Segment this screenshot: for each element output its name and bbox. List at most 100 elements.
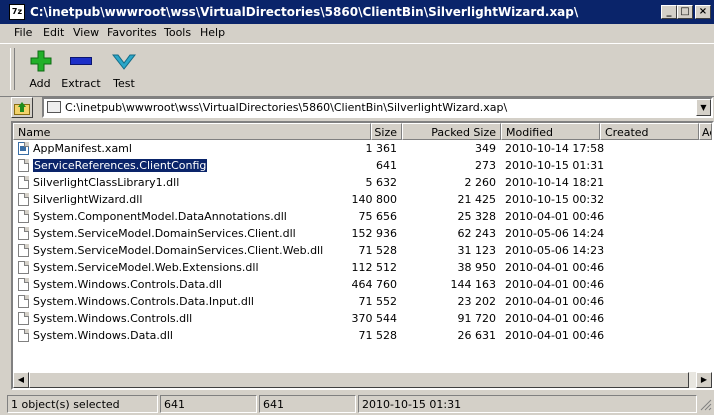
file-row[interactable]: System.Windows.Data.dll 71 528 26 631 2010-… [13,327,712,344]
window-title: C:\inetpub\wwwroot\wss\VirtualDirectorie… [30,5,579,19]
up-folder-button[interactable] [11,97,33,118]
file-row[interactable]: ServiceReferences.ClientConfig 641 273 2010… [13,157,712,174]
file-size: 5 632 [365,176,398,189]
scroll-right-arrow-icon[interactable]: ▶ [696,372,712,388]
xml-file-icon [18,142,29,155]
file-modified: 2010-05-06 14:23 [505,244,605,257]
file-name: System.Windows.Controls.Data.Input.dll [33,295,254,308]
file-name: System.ComponentModel.DataAnnotations.dl… [33,210,287,223]
file-modified: 2010-10-15 00:32 [505,193,605,206]
path-combobox[interactable]: C:\inetpub\wwwroot\wss\VirtualDirectorie… [42,97,713,118]
file-row[interactable]: System.ServiceModel.DomainServices.Clien… [13,242,712,259]
resize-grip-icon[interactable] [700,399,712,411]
file-packed-size: 26 631 [457,329,497,342]
file-icon [18,159,29,172]
scroll-left-arrow-icon[interactable]: ◀ [13,372,29,388]
status-size: 641 [160,395,257,413]
minimize-button[interactable]: _ [661,5,677,19]
toolbar: Add Extract Test [0,43,714,97]
dropdown-arrow-icon[interactable]: ▼ [696,99,711,116]
file-icon [18,227,29,240]
file-size: 152 936 [351,227,398,240]
file-packed-size: 38 950 [457,261,497,274]
up-folder-icon [14,102,30,115]
file-row[interactable]: AppManifest.xaml 1 361 349 2010-10-14 17:58 [13,140,712,157]
path-text: C:\inetpub\wwwroot\wss\VirtualDirectorie… [65,101,508,114]
scroll-thumb[interactable] [29,372,689,388]
file-row[interactable]: SilverlightWizard.dll 140 800 21 425 2010-1… [13,191,712,208]
add-button[interactable]: Add [22,46,58,92]
file-name: System.Windows.Controls.dll [33,312,193,325]
file-packed-size: 144 163 [450,278,497,291]
column-header-modified[interactable]: Modified [501,123,600,140]
file-name: System.ServiceModel.DomainServices.Clien… [33,227,296,240]
file-packed-size: 31 123 [457,244,497,257]
column-header-name[interactable]: Name [13,123,371,140]
file-row[interactable]: System.ServiceModel.DomainServices.Clien… [13,225,712,242]
check-icon [112,54,136,70]
test-button[interactable]: Test [106,46,142,92]
menu-help[interactable]: Help [200,26,225,39]
file-icon [18,210,29,223]
file-icon [18,193,29,206]
file-list[interactable]: Name Size Packed Size Modified Created A… [11,121,714,390]
file-name: SilverlightWizard.dll [33,193,143,206]
file-size: 71 552 [358,295,398,308]
file-packed-size: 349 [475,142,496,155]
file-modified: 2010-10-15 01:31 [505,159,605,172]
file-modified: 2010-05-06 14:24 [505,227,605,240]
file-icon [18,295,29,308]
test-label: Test [113,77,135,90]
close-button[interactable]: × [695,5,711,19]
maximize-button[interactable]: □ [677,5,693,19]
file-packed-size: 21 425 [457,193,497,206]
horizontal-scrollbar[interactable]: ◀ ▶ [13,372,712,388]
status-selected-count: 1 object(s) selected [7,395,158,413]
file-icon [18,261,29,274]
file-modified: 2010-04-01 00:46 [505,210,605,223]
column-header-created[interactable]: Created [600,123,699,140]
file-row[interactable]: System.ComponentModel.DataAnnotations.dl… [13,208,712,225]
plus-icon [30,50,52,72]
status-bar: 1 object(s) selected 641 641 2010-10-15 … [0,394,714,415]
file-name: AppManifest.xaml [33,142,132,155]
column-header-size[interactable]: Size [371,123,402,140]
status-modified: 2010-10-15 01:31 [358,395,697,413]
extract-label: Extract [61,77,101,90]
menu-favorites[interactable]: Favorites [107,26,157,39]
add-label: Add [29,77,51,90]
menu-view[interactable]: View [73,26,99,39]
file-row[interactable]: System.Windows.Controls.Data.dll 464 760 1… [13,276,712,293]
7zip-app-icon[interactable]: 7z [9,4,25,20]
file-size: 112 512 [351,261,398,274]
file-icon [18,278,29,291]
file-name: System.ServiceModel.Web.Extensions.dll [33,261,259,274]
file-row[interactable]: System.ServiceModel.Web.Extensions.dll 11… [13,259,712,276]
file-row[interactable]: System.Windows.Controls.Data.Input.dll 71… [13,293,712,310]
file-name: System.Windows.Data.dll [33,329,173,342]
extract-button[interactable]: Extract [60,46,102,92]
menu-tools[interactable]: Tools [164,26,191,39]
file-packed-size: 91 720 [457,312,497,325]
file-size: 464 760 [351,278,398,291]
file-row[interactable]: System.Windows.Controls.dll 370 544 91 720… [13,310,712,327]
toolbar-grip[interactable] [10,48,15,90]
file-size: 140 800 [351,193,398,206]
column-header-accessed[interactable]: Ac [699,123,712,140]
column-header-packed-size[interactable]: Packed Size [402,123,501,140]
menu-file[interactable]: File [14,26,32,39]
file-packed-size: 23 202 [457,295,497,308]
file-icon [18,312,29,325]
file-size: 370 544 [351,312,398,325]
file-name: ServiceReferences.ClientConfig [31,158,209,173]
title-bar: 7z C:\inetpub\wwwroot\wss\VirtualDirecto… [0,0,714,24]
file-modified: 2010-10-14 18:21 [505,176,605,189]
file-packed-size: 2 260 [464,176,497,189]
file-size: 71 528 [358,329,398,342]
file-row[interactable]: SilverlightClassLibrary1.dll 5 632 2 260 20… [13,174,712,191]
file-modified: 2010-04-01 00:46 [505,261,605,274]
menu-edit[interactable]: Edit [43,26,64,39]
file-modified: 2010-04-01 00:46 [505,312,605,325]
file-modified: 2010-04-01 00:46 [505,295,605,308]
file-packed-size: 62 243 [457,227,497,240]
